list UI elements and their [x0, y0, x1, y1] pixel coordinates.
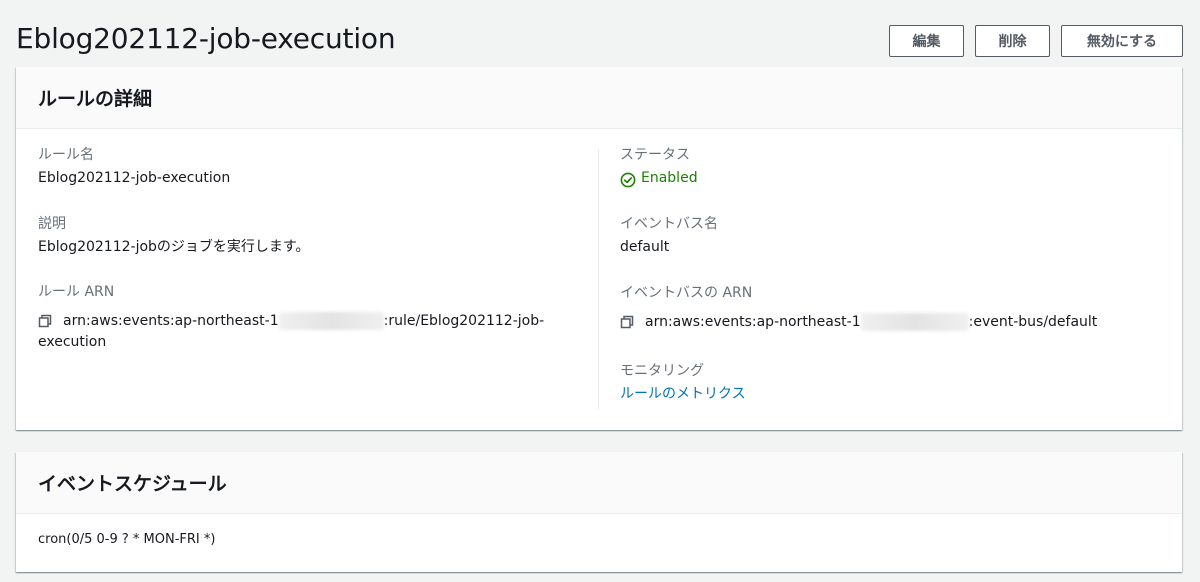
event-schedule-panel-header: イベントスケジュール	[16, 452, 1182, 514]
event-bus-arn-label: イベントバスの ARN	[620, 285, 753, 301]
event-schedule-title: イベントスケジュール	[38, 473, 227, 495]
rule-arn-continuation: execution	[38, 334, 107, 350]
rule-metrics-link[interactable]: ルールのメトリクス	[620, 386, 746, 402]
rule-name-label: ルール名	[38, 147, 94, 163]
header-actions: 編集 削除 無効にする	[889, 25, 1183, 57]
status-value: Enabled	[641, 170, 698, 186]
column-divider	[598, 149, 599, 409]
description-value: Eblog202112-jobのジョブを実行します。	[38, 239, 310, 255]
rule-details-panel: ルールの詳細 ルール名 Eblog202112-job-execution 説明…	[16, 67, 1182, 430]
status-badge: Enabled	[620, 165, 698, 192]
event-schedule-panel: イベントスケジュール cron(0/5 0-9 ? * MON-FRI *)	[16, 452, 1182, 572]
redacted-account-id	[278, 312, 384, 330]
event-bus-arn-row: arn:aws:events:ap-northeast-1 :event-bus…	[613, 313, 1097, 331]
page-header: Eblog202112-job-execution 編集 削除 無効にする	[0, 0, 1200, 70]
cron-expression: cron(0/5 0-9 ? * MON-FRI *)	[38, 532, 216, 547]
description-label: 説明	[38, 216, 66, 232]
page-title: Eblog202112-job-execution	[16, 22, 396, 55]
rule-details-page: Eblog202112-job-execution 編集 削除 無効にする ルー…	[0, 0, 1200, 582]
rule-name-field: ルール名 Eblog202112-job-execution	[38, 145, 230, 192]
event-bus-arn-prefix: arn:aws:events:ap-northeast-1	[645, 314, 861, 330]
rule-details-panel-header: ルールの詳細	[16, 67, 1182, 129]
event-bus-arn-suffix: :event-bus/default	[968, 314, 1098, 330]
rule-arn-suffix: :rule/Eblog202112-job-	[383, 313, 545, 329]
monitoring-label: モニタリング	[620, 363, 704, 379]
rule-name-value: Eblog202112-job-execution	[38, 170, 231, 186]
rule-arn-row: arn:aws:events:ap-northeast-1 :rule/Eblo…	[31, 312, 544, 330]
edit-button[interactable]: 編集	[889, 25, 964, 57]
event-bus-name-value: default	[620, 239, 670, 255]
rule-arn-label: ルール ARN	[38, 284, 115, 300]
status-check-icon	[620, 171, 636, 187]
event-bus-arn-field: イベントバスの ARN arn:aws:events:ap-northeast-…	[620, 283, 1097, 331]
rule-arn-field: ルール ARN arn:aws:events:ap-northeast-1 :r…	[38, 282, 544, 354]
event-bus-name-label: イベントバス名	[620, 216, 718, 232]
rule-details-title: ルールの詳細	[38, 88, 153, 110]
description-field: 説明 Eblog202112-jobのジョブを実行します。	[38, 214, 310, 261]
monitoring-field: モニタリング ルールのメトリクス	[620, 361, 746, 408]
rule-arn-prefix: arn:aws:events:ap-northeast-1	[63, 313, 279, 329]
delete-button[interactable]: 削除	[975, 25, 1050, 57]
copy-icon[interactable]	[620, 315, 634, 329]
status-label: ステータス	[620, 147, 690, 163]
disable-button[interactable]: 無効にする	[1061, 25, 1183, 57]
copy-icon[interactable]	[38, 314, 52, 328]
status-field: ステータス Enabled	[620, 145, 698, 192]
event-bus-name-field: イベントバス名 default	[620, 214, 718, 261]
redacted-account-id	[860, 313, 969, 331]
